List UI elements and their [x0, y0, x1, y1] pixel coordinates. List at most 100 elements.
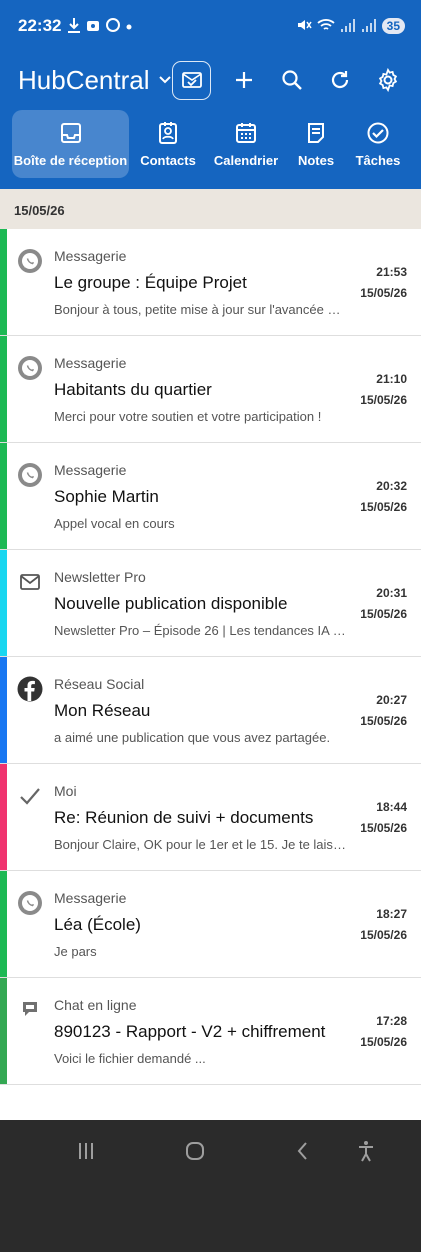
whatsapp-icon: [17, 462, 43, 488]
message-time: 21:53: [376, 265, 407, 279]
message-time: 20:32: [376, 479, 407, 493]
message-row[interactable]: Messagerie Habitants du quartier Merci pou…: [0, 336, 421, 443]
back-button[interactable]: [283, 1138, 323, 1164]
source-color-bar: [0, 657, 7, 763]
checkmark-icon: [17, 783, 43, 809]
message-source: Newsletter Pro: [54, 569, 146, 585]
message-row[interactable]: Messagerie Léa (École) Je pars 18:27 15/05/2…: [0, 871, 421, 978]
message-source: Messagerie: [54, 462, 127, 478]
message-date: 15/05/26: [360, 500, 407, 514]
tab-label: Tâches: [355, 152, 401, 168]
home-button[interactable]: [175, 1138, 215, 1164]
tab-bar: Boîte de réception Contacts Calendrier N…: [0, 108, 421, 180]
message-title: Sophie Martin: [54, 487, 159, 506]
message-preview: Appel vocal en cours: [54, 516, 175, 531]
recent-apps-button[interactable]: [66, 1138, 106, 1164]
tab-notes[interactable]: Notes: [285, 110, 347, 178]
tab-contacts[interactable]: Contacts: [129, 110, 207, 178]
account-switcher[interactable]: HubCentral: [18, 65, 172, 96]
contact-card-icon: [159, 121, 177, 144]
source-color-bar: [0, 871, 7, 977]
message-date: 15/05/26: [360, 393, 407, 407]
message-row[interactable]: Réseau Social Mon Réseau a aimé une public…: [0, 657, 421, 764]
recent-apps-icon: [79, 1143, 93, 1159]
tab-label: Calendrier: [213, 152, 279, 168]
message-source: Chat en ligne: [54, 997, 137, 1013]
message-date: 15/05/26: [360, 286, 407, 300]
message-title: Habitants du quartier: [54, 380, 212, 399]
download-icon: [67, 17, 81, 36]
battery-indicator: 35: [381, 18, 405, 34]
wifi-icon: [317, 17, 335, 36]
note-icon: [308, 122, 324, 143]
signal-icon: [340, 17, 356, 36]
date-section-header: 15/05/26: [0, 189, 421, 229]
app-title: HubCentral: [18, 64, 150, 95]
message-source: Réseau Social: [54, 676, 145, 692]
search-button[interactable]: [271, 59, 313, 101]
message-preview: Newsletter Pro – Épisode 26 | Les tendan…: [54, 623, 346, 638]
message-time: 18:44: [376, 800, 407, 814]
mail-icon: [17, 569, 43, 595]
signal-2-icon: [361, 17, 377, 36]
mark-read-button[interactable]: [172, 60, 211, 100]
check-circle-icon: [367, 122, 389, 143]
home-icon: [186, 1142, 204, 1160]
message-preview: a aimé une publication que vous avez par…: [54, 730, 331, 745]
inbox-icon: [60, 122, 81, 143]
whatsapp-icon: [17, 248, 43, 274]
message-date: 15/05/26: [360, 821, 407, 835]
message-row[interactable]: Messagerie Le groupe : Équipe Projet Bonjo…: [0, 229, 421, 336]
source-color-bar: [0, 978, 7, 1084]
accessibility-icon: [359, 1141, 373, 1162]
settings-button[interactable]: [367, 59, 409, 101]
dot-icon: [125, 18, 133, 34]
system-navigation-bar: [0, 1120, 421, 1252]
message-row[interactable]: Messagerie Sophie Martin Appel vocal en co…: [0, 443, 421, 550]
message-source: Moi: [54, 783, 77, 799]
message-preview: Merci pour votre soutien et votre partic…: [54, 409, 322, 424]
message-title: 890123 - Rapport - V2 + chiffrement: [54, 1022, 326, 1041]
message-title: Le groupe : Équipe Projet: [54, 273, 247, 292]
tab-label: Contacts: [140, 152, 196, 168]
search-icon: [282, 70, 302, 90]
message-row[interactable]: Moi Re: Réunion de suivi + documents Bonjo…: [0, 764, 421, 871]
chat-icon: [17, 997, 43, 1023]
message-title: Re: Réunion de suivi + documents: [54, 808, 314, 827]
source-color-bar: [0, 229, 7, 335]
message-time: 17:28: [376, 1014, 407, 1028]
message-date: 15/05/26: [360, 1035, 407, 1049]
message-list: Messagerie Le groupe : Équipe Projet Bonjo…: [0, 229, 421, 1085]
message-preview: Bonjour Claire, OK pour le 1er et le 15.…: [54, 837, 346, 852]
message-time: 20:27: [376, 693, 407, 707]
message-title: Léa (École): [54, 915, 141, 934]
app-header: 22:32 35 HubCentral Boîte de réception C…: [0, 0, 421, 189]
circle-icon: [105, 17, 121, 36]
whatsapp-icon: [17, 890, 43, 916]
message-source: Messagerie: [54, 248, 127, 264]
tab-label: Notes: [297, 152, 335, 168]
tab-calendar[interactable]: Calendrier: [207, 110, 285, 178]
message-time: 18:27: [376, 907, 407, 921]
message-time: 20:31: [376, 586, 407, 600]
add-button[interactable]: [223, 59, 265, 101]
refresh-button[interactable]: [319, 59, 361, 101]
back-icon: [297, 1142, 307, 1160]
chevron-down-icon: [158, 72, 172, 88]
accessibility-button[interactable]: [346, 1138, 386, 1164]
message-source: Messagerie: [54, 890, 127, 906]
message-date: 15/05/26: [360, 928, 407, 942]
message-preview: Voici le fichier demandé ...: [54, 1051, 206, 1066]
message-source: Messagerie: [54, 355, 127, 371]
gear-icon: [378, 68, 398, 92]
source-color-bar: [0, 443, 7, 549]
mail-check-icon: [181, 72, 202, 88]
source-color-bar: [0, 764, 7, 870]
whatsapp-icon: [17, 355, 43, 381]
tab-inbox[interactable]: Boîte de réception: [12, 110, 129, 178]
message-date: 15/05/26: [360, 607, 407, 621]
message-row[interactable]: Newsletter Pro Nouvelle publication dispo…: [0, 550, 421, 657]
source-color-bar: [0, 336, 7, 442]
message-row[interactable]: Chat en ligne 890123 - Rapport - V2 + chi…: [0, 978, 421, 1085]
tab-tasks[interactable]: Tâches: [347, 110, 409, 178]
